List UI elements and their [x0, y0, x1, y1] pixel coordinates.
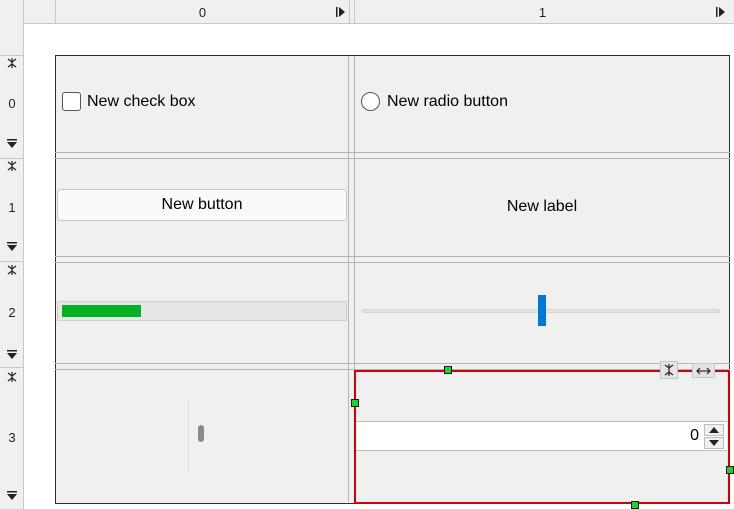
column-resize-arrow-icon[interactable]	[716, 6, 726, 18]
spin-down-icon	[709, 440, 719, 446]
resize-handle-right[interactable]	[726, 466, 734, 474]
row-collapse-icon[interactable]	[6, 372, 18, 382]
ruler-corner	[0, 0, 24, 24]
radio-button-label[interactable]: New radio button	[387, 92, 508, 112]
column-separator	[348, 56, 349, 502]
row-separator	[55, 152, 730, 153]
row-separator	[55, 262, 730, 263]
spin-up-icon	[709, 427, 719, 433]
row-separator	[55, 256, 730, 257]
spin-box-value[interactable]: 0	[690, 427, 699, 445]
column-resize-arrow-icon[interactable]	[336, 6, 346, 18]
resize-handle-bottom[interactable]	[631, 501, 639, 509]
resize-handle-left[interactable]	[351, 399, 359, 407]
new-button[interactable]: New button	[57, 189, 347, 221]
column-header-label: 0	[198, 4, 207, 20]
row-separator	[55, 158, 730, 159]
expand-horizontal-icon	[696, 367, 711, 374]
row-expand-icon[interactable]	[6, 242, 18, 252]
row-header-label: 1	[8, 200, 16, 215]
new-label: New label	[506, 198, 578, 215]
collapse-vertical-icon	[664, 364, 674, 376]
spin-up-button[interactable]	[704, 424, 724, 436]
expand-horizontal-button[interactable]	[692, 363, 715, 378]
row-collapse-icon[interactable]	[6, 161, 18, 171]
progress-bar	[57, 301, 347, 321]
new-check-box[interactable]	[62, 92, 81, 111]
check-box-label[interactable]: New check box	[87, 92, 196, 112]
collapse-vertical-button[interactable]	[660, 361, 678, 379]
spin-down-button[interactable]	[704, 437, 724, 449]
row-separator	[55, 363, 730, 364]
row-expand-icon[interactable]	[6, 491, 18, 501]
row-collapse-icon[interactable]	[6, 58, 18, 68]
progress-bar-fill	[62, 305, 141, 317]
slider-handle[interactable]	[538, 295, 546, 326]
row-header-label: 3	[8, 430, 16, 445]
vertical-scrollbar-thumb[interactable]	[198, 425, 204, 442]
resize-handle-top[interactable]	[444, 366, 452, 374]
row-header-label: 0	[8, 96, 16, 111]
spin-box[interactable]: 0	[356, 421, 727, 451]
vertical-scrollbar-track[interactable]	[188, 400, 189, 472]
new-radio-button[interactable]	[361, 92, 380, 111]
column-divider	[349, 0, 350, 24]
column-header-1[interactable]: 1	[355, 0, 730, 24]
column-header-0[interactable]: 0	[55, 0, 349, 24]
column-header-label: 1	[538, 4, 547, 20]
column-divider	[354, 0, 355, 24]
row-header-label: 2	[8, 305, 16, 320]
new-button-label: New button	[161, 196, 243, 213]
row-expand-icon[interactable]	[6, 350, 18, 360]
row-expand-icon[interactable]	[6, 139, 18, 149]
row-collapse-icon[interactable]	[6, 265, 18, 275]
